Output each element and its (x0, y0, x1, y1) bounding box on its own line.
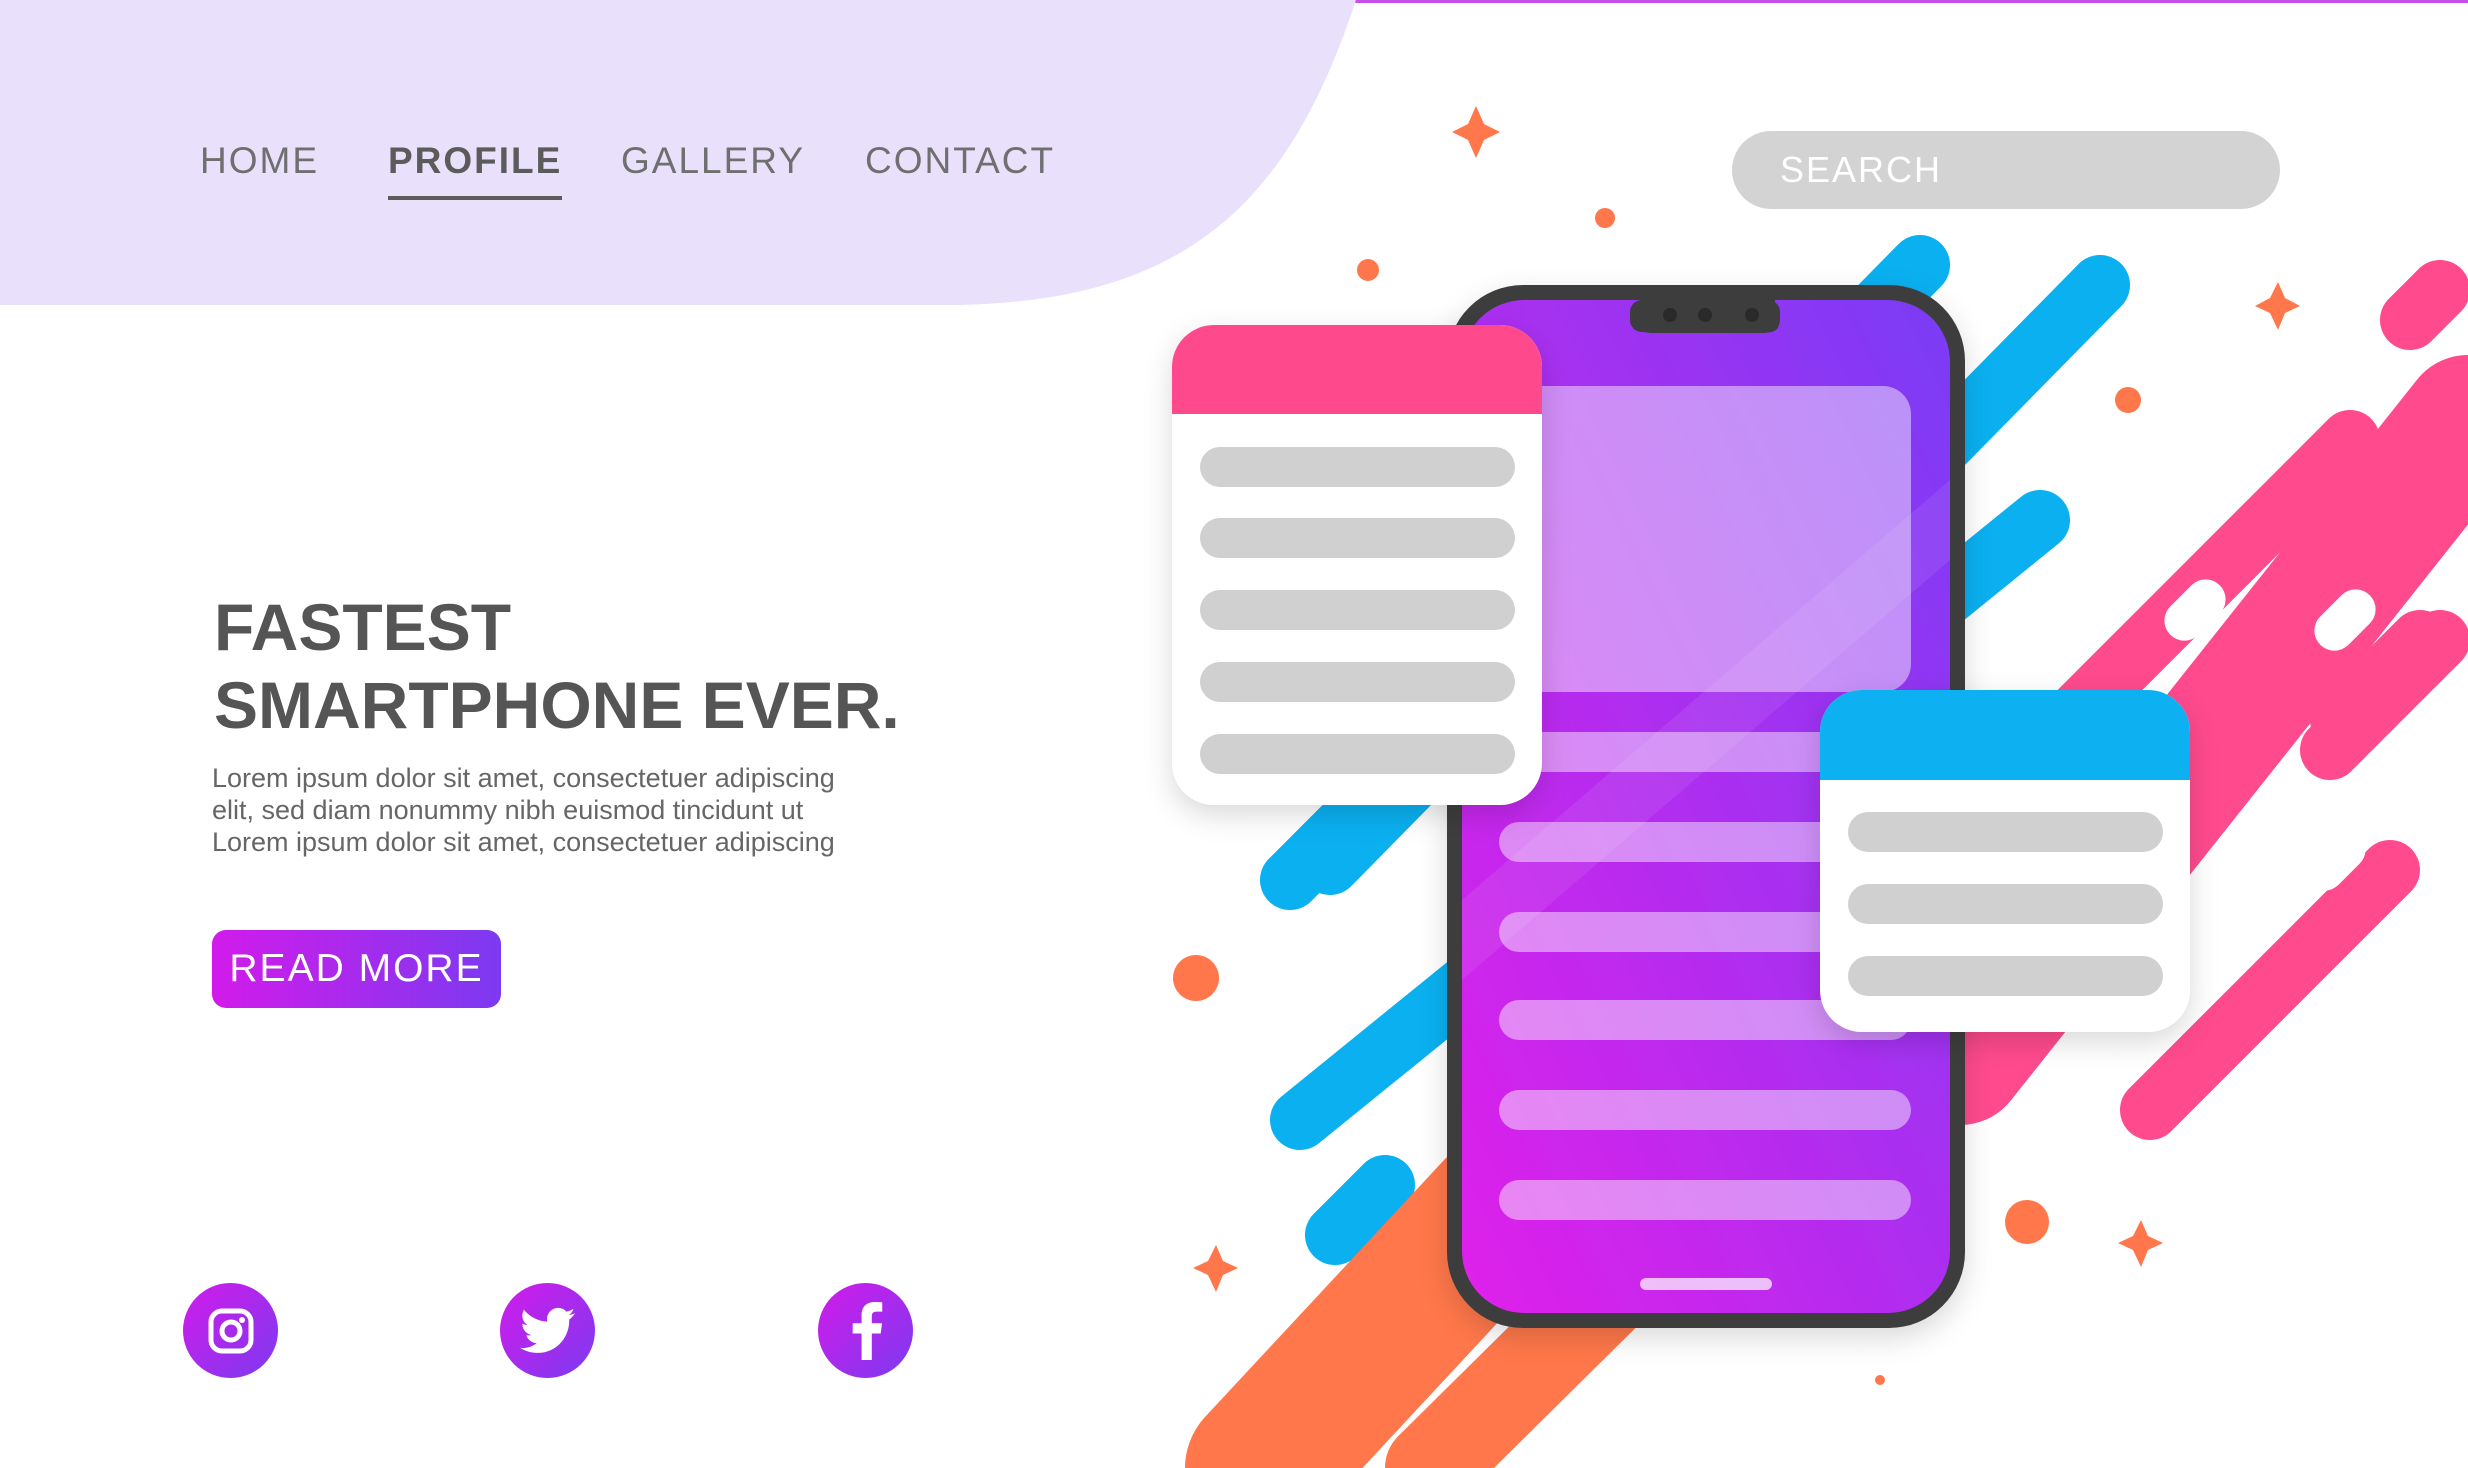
hero-title-line-2: SMARTPHONE EVER. (214, 668, 900, 742)
nav-active-underline (388, 196, 563, 200)
nav-profile-label: PROFILE (388, 140, 563, 181)
hero-description-line-3: Lorem ipsum dolor sit amet, consectetuer… (212, 827, 835, 857)
hero-description: Lorem ipsum dolor sit amet, consectetuer… (212, 762, 912, 858)
facebook-button[interactable] (818, 1283, 913, 1378)
floating-card-pink (1172, 325, 1542, 805)
twitter-icon (519, 1307, 575, 1353)
read-more-button[interactable]: READ MORE (212, 930, 501, 1008)
nav-home[interactable]: HOME (200, 140, 319, 182)
nav-profile[interactable]: PROFILE (388, 140, 563, 200)
nav-contact[interactable]: CONTACT (865, 140, 1055, 182)
instagram-icon (208, 1308, 253, 1353)
hero-title-line-1: FASTEST (214, 590, 512, 664)
search-input[interactable] (1732, 131, 2280, 209)
floating-card-blue (1820, 690, 2190, 1032)
hero-description-line-2: elit, sed diam nonummy nibh euismod tinc… (212, 795, 804, 825)
instagram-button[interactable] (183, 1283, 278, 1378)
facebook-icon (852, 1301, 882, 1360)
hero-title: FASTEST SMARTPHONE EVER. (214, 588, 1014, 744)
twitter-button[interactable] (500, 1283, 595, 1378)
nav-gallery[interactable]: GALLERY (621, 140, 805, 182)
hero-description-line-1: Lorem ipsum dolor sit amet, consectetuer… (212, 763, 835, 793)
